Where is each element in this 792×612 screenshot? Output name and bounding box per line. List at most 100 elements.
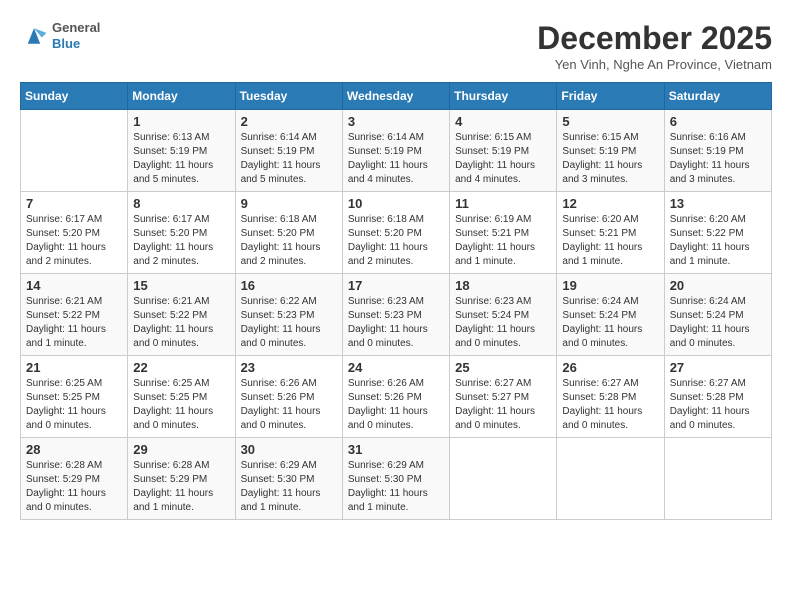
calendar-cell xyxy=(21,110,128,192)
calendar-cell: 27Sunrise: 6:27 AM Sunset: 5:28 PM Dayli… xyxy=(664,356,771,438)
weekday-header-cell: Friday xyxy=(557,83,664,110)
calendar-cell: 28 Sunrise: 6:28 AM Sunset: 5:29 PM Dayli… xyxy=(21,438,128,520)
calendar-cell: 11 Sunrise: 6:19 AM Sunset: 5:21 PM Dayli… xyxy=(450,192,557,274)
day-number: 26 xyxy=(562,360,658,375)
day-number: 1 xyxy=(133,114,229,129)
calendar-week-row: 7 Sunrise: 6:17 AM Sunset: 5:20 PM Daylig… xyxy=(21,192,772,274)
day-number: 18 xyxy=(455,278,551,293)
day-number: 4 xyxy=(455,114,551,129)
day-number: 30 xyxy=(241,442,337,457)
weekday-header-cell: Thursday xyxy=(450,83,557,110)
calendar-cell: 26 Sunrise: 6:27 AM Sunset: 5:28 PM Dayli… xyxy=(557,356,664,438)
logo-general: General xyxy=(52,20,100,36)
day-info: Sunrise: 6:20 AM Sunset: 5:21 PM Dayligh… xyxy=(562,213,658,269)
calendar-cell: 18 Sunrise: 6:23 AM Sunset: 5:24 PM Dayli… xyxy=(450,274,557,356)
day-number: 14 xyxy=(26,278,122,293)
calendar-cell: 22 Sunrise: 6:25 AM Sunset: 5:25 PM Dayli… xyxy=(128,356,235,438)
day-number: 13 xyxy=(670,196,766,211)
day-info: Sunrise: 6:26 AM Sunset: 5:26 PM Dayligh… xyxy=(241,377,337,433)
calendar-week-row: 1 Sunrise: 6:13 AM Sunset: 5:19 PM Daylig… xyxy=(21,110,772,192)
day-number: 6 xyxy=(670,114,766,129)
logo: General Blue xyxy=(20,20,100,51)
weekday-header-cell: Tuesday xyxy=(235,83,342,110)
day-number: 28 xyxy=(26,442,122,457)
day-number: 9 xyxy=(241,196,337,211)
day-number: 15 xyxy=(133,278,229,293)
calendar-cell: 7 Sunrise: 6:17 AM Sunset: 5:20 PM Daylig… xyxy=(21,192,128,274)
month-title: December 2025 xyxy=(537,20,772,57)
calendar-cell: 1 Sunrise: 6:13 AM Sunset: 5:19 PM Daylig… xyxy=(128,110,235,192)
calendar-cell: 8 Sunrise: 6:17 AM Sunset: 5:20 PM Daylig… xyxy=(128,192,235,274)
weekday-header-cell: Saturday xyxy=(664,83,771,110)
calendar-table: SundayMondayTuesdayWednesdayThursdayFrid… xyxy=(20,82,772,520)
day-info: Sunrise: 6:27 AM Sunset: 5:28 PM Dayligh… xyxy=(670,377,766,433)
day-info: Sunrise: 6:23 AM Sunset: 5:24 PM Dayligh… xyxy=(455,295,551,351)
day-info: Sunrise: 6:17 AM Sunset: 5:20 PM Dayligh… xyxy=(133,213,229,269)
calendar-cell xyxy=(450,438,557,520)
calendar-cell: 21Sunrise: 6:25 AM Sunset: 5:25 PM Dayli… xyxy=(21,356,128,438)
calendar-cell: 23Sunrise: 6:26 AM Sunset: 5:26 PM Dayli… xyxy=(235,356,342,438)
day-number: 11 xyxy=(455,196,551,211)
day-info: Sunrise: 6:18 AM Sunset: 5:20 PM Dayligh… xyxy=(348,213,444,269)
weekday-header-row: SundayMondayTuesdayWednesdayThursdayFrid… xyxy=(21,83,772,110)
day-number: 25 xyxy=(455,360,551,375)
day-info: Sunrise: 6:14 AM Sunset: 5:19 PM Dayligh… xyxy=(241,131,337,187)
calendar-cell: 19 Sunrise: 6:24 AM Sunset: 5:24 PM Dayli… xyxy=(557,274,664,356)
logo-text: General Blue xyxy=(52,20,100,51)
day-info: Sunrise: 6:21 AM Sunset: 5:22 PM Dayligh… xyxy=(26,295,122,351)
day-number: 19 xyxy=(562,278,658,293)
calendar-cell: 13 Sunrise: 6:20 AM Sunset: 5:22 PM Dayli… xyxy=(664,192,771,274)
calendar-cell: 25 Sunrise: 6:27 AM Sunset: 5:27 PM Dayli… xyxy=(450,356,557,438)
day-number: 29 xyxy=(133,442,229,457)
day-info: Sunrise: 6:13 AM Sunset: 5:19 PM Dayligh… xyxy=(133,131,229,187)
calendar-cell xyxy=(557,438,664,520)
calendar-cell: 14 Sunrise: 6:21 AM Sunset: 5:22 PM Dayli… xyxy=(21,274,128,356)
logo-icon xyxy=(20,22,48,50)
day-info: Sunrise: 6:24 AM Sunset: 5:24 PM Dayligh… xyxy=(562,295,658,351)
day-info: Sunrise: 6:29 AM Sunset: 5:30 PM Dayligh… xyxy=(241,459,337,515)
day-number: 16 xyxy=(241,278,337,293)
calendar-cell: 9 Sunrise: 6:18 AM Sunset: 5:20 PM Daylig… xyxy=(235,192,342,274)
calendar-cell: 2 Sunrise: 6:14 AM Sunset: 5:19 PM Daylig… xyxy=(235,110,342,192)
day-info: Sunrise: 6:19 AM Sunset: 5:21 PM Dayligh… xyxy=(455,213,551,269)
day-info: Sunrise: 6:25 AM Sunset: 5:25 PM Dayligh… xyxy=(133,377,229,433)
day-number: 2 xyxy=(241,114,337,129)
day-info: Sunrise: 6:15 AM Sunset: 5:19 PM Dayligh… xyxy=(455,131,551,187)
day-info: Sunrise: 6:20 AM Sunset: 5:22 PM Dayligh… xyxy=(670,213,766,269)
calendar-week-row: 28 Sunrise: 6:28 AM Sunset: 5:29 PM Dayli… xyxy=(21,438,772,520)
calendar-cell: 20Sunrise: 6:24 AM Sunset: 5:24 PM Dayli… xyxy=(664,274,771,356)
calendar-cell: 30 Sunrise: 6:29 AM Sunset: 5:30 PM Dayli… xyxy=(235,438,342,520)
day-info: Sunrise: 6:27 AM Sunset: 5:27 PM Dayligh… xyxy=(455,377,551,433)
day-number: 3 xyxy=(348,114,444,129)
calendar-body: 1 Sunrise: 6:13 AM Sunset: 5:19 PM Daylig… xyxy=(21,110,772,520)
day-info: Sunrise: 6:21 AM Sunset: 5:22 PM Dayligh… xyxy=(133,295,229,351)
calendar-cell: 29Sunrise: 6:28 AM Sunset: 5:29 PM Dayli… xyxy=(128,438,235,520)
day-number: 7 xyxy=(26,196,122,211)
page-header: General Blue December 2025 Yen Vinh, Ngh… xyxy=(20,20,772,72)
day-info: Sunrise: 6:23 AM Sunset: 5:23 PM Dayligh… xyxy=(348,295,444,351)
calendar-cell: 17 Sunrise: 6:23 AM Sunset: 5:23 PM Dayli… xyxy=(342,274,449,356)
day-number: 8 xyxy=(133,196,229,211)
calendar-cell: 5Sunrise: 6:15 AM Sunset: 5:19 PM Daylig… xyxy=(557,110,664,192)
day-number: 20 xyxy=(670,278,766,293)
day-info: Sunrise: 6:14 AM Sunset: 5:19 PM Dayligh… xyxy=(348,131,444,187)
calendar-cell: 4 Sunrise: 6:15 AM Sunset: 5:19 PM Daylig… xyxy=(450,110,557,192)
day-number: 12 xyxy=(562,196,658,211)
weekday-header-cell: Sunday xyxy=(21,83,128,110)
day-info: Sunrise: 6:27 AM Sunset: 5:28 PM Dayligh… xyxy=(562,377,658,433)
day-info: Sunrise: 6:26 AM Sunset: 5:26 PM Dayligh… xyxy=(348,377,444,433)
day-info: Sunrise: 6:17 AM Sunset: 5:20 PM Dayligh… xyxy=(26,213,122,269)
calendar-cell: 12 Sunrise: 6:20 AM Sunset: 5:21 PM Dayli… xyxy=(557,192,664,274)
calendar-week-row: 21 Sunrise: 6:25 AM Sunset: 5:25 PM Dayli… xyxy=(21,356,772,438)
title-section: December 2025 Yen Vinh, Nghe An Province… xyxy=(537,20,772,72)
calendar-week-row: 14 Sunrise: 6:21 AM Sunset: 5:22 PM Dayli… xyxy=(21,274,772,356)
day-number: 21 xyxy=(26,360,122,375)
day-number: 17 xyxy=(348,278,444,293)
day-number: 5 xyxy=(562,114,658,129)
logo-blue: Blue xyxy=(52,36,100,52)
day-number: 22 xyxy=(133,360,229,375)
calendar-cell xyxy=(664,438,771,520)
day-info: Sunrise: 6:28 AM Sunset: 5:29 PM Dayligh… xyxy=(26,459,122,515)
calendar-cell: 10Sunrise: 6:18 AM Sunset: 5:20 PM Dayli… xyxy=(342,192,449,274)
day-info: Sunrise: 6:18 AM Sunset: 5:20 PM Dayligh… xyxy=(241,213,337,269)
